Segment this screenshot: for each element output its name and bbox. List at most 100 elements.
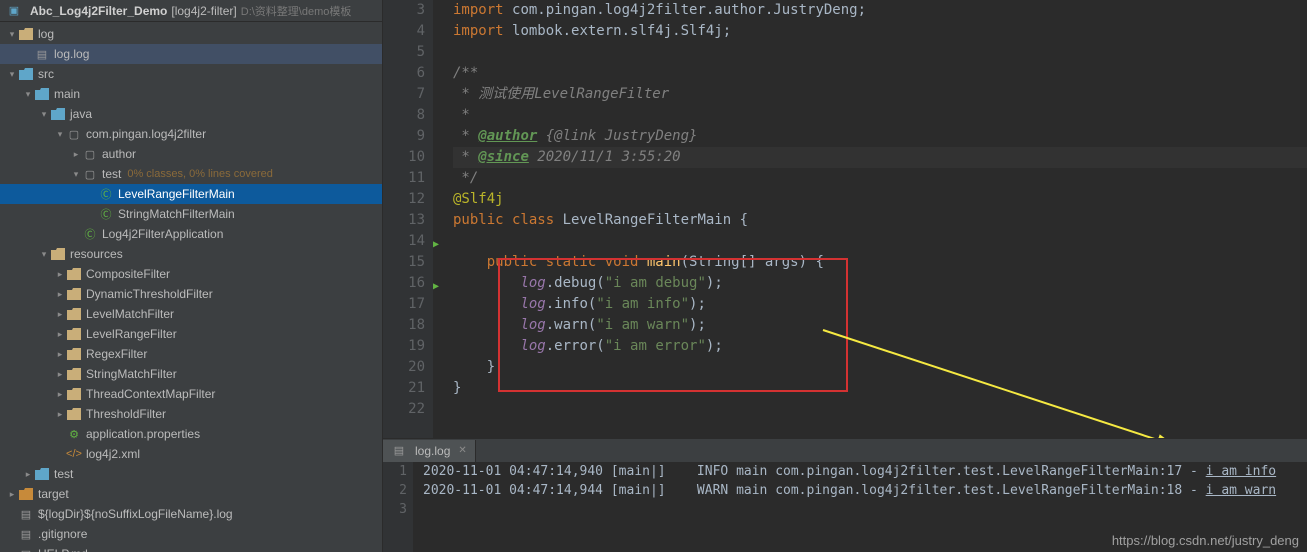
chevron-down-icon[interactable]: ▾ — [54, 129, 66, 140]
tree-row[interactable]: ▸▤${logDir}${noSuffixLogFileName}.log — [0, 504, 382, 524]
chevron-right-icon[interactable]: ▸ — [54, 309, 66, 320]
line-number[interactable]: 21 — [383, 378, 425, 399]
line-number[interactable]: 4 — [383, 21, 425, 42]
line-number[interactable]: 8 — [383, 105, 425, 126]
code-line[interactable]: public class LevelRangeFilterMain { — [453, 210, 1307, 231]
tree-label: CompositeFilter — [86, 267, 170, 281]
chevron-down-icon[interactable]: ▾ — [22, 89, 34, 100]
tree-row[interactable]: ▾log — [0, 24, 382, 44]
tree-row[interactable]: ▾ src — [0, 64, 382, 84]
code-line[interactable]: * @since 2020/11/1 3:55:20 — [453, 147, 1307, 168]
tree-row[interactable]: ▸RegexFilter — [0, 344, 382, 364]
code-editor[interactable]: 34567891011121314▶1516▶171819202122 impo… — [383, 0, 1307, 438]
chevron-right-icon[interactable]: ▸ — [54, 409, 66, 420]
line-number[interactable]: 22 — [383, 399, 425, 420]
code-line[interactable]: * — [453, 105, 1307, 126]
tree-row[interactable]: ▾▢test0% classes, 0% lines covered — [0, 164, 382, 184]
code-line[interactable] — [453, 399, 1307, 420]
chevron-down-icon[interactable]: ▾ — [6, 69, 18, 80]
code-line[interactable]: } — [453, 357, 1307, 378]
line-number[interactable]: 13 — [383, 210, 425, 231]
tree-row[interactable]: ▸ target — [0, 484, 382, 504]
chevron-down-icon[interactable]: ▾ — [70, 169, 82, 180]
tree-row[interactable]: ▸test — [0, 464, 382, 484]
line-number[interactable]: 19 — [383, 336, 425, 357]
tree-row[interactable]: ▸ CompositeFilter — [0, 264, 382, 284]
tree-row[interactable]: ▸LevelMatchFilter — [0, 304, 382, 324]
close-icon[interactable]: ✕ — [458, 445, 466, 456]
tree-row[interactable]: ▸▢author — [0, 144, 382, 164]
code-line[interactable]: import com.pingan.log4j2filter.author.Ju… — [453, 0, 1307, 21]
tree-row[interactable]: ▸▤.gitignore — [0, 524, 382, 544]
tree-row[interactable]: ▸</>log4j2.xml — [0, 444, 382, 464]
line-number[interactable]: 12 — [383, 189, 425, 210]
tree-row[interactable]: ▸ⒸLog4j2FilterApplication — [0, 224, 382, 244]
tree-row[interactable]: ▸LevelRangeFilter — [0, 324, 382, 344]
code-line[interactable]: * 测试使用LevelRangeFilter — [453, 84, 1307, 105]
tree-row[interactable]: ▸ThreadContextMapFilter — [0, 384, 382, 404]
console-tab-log[interactable]: ▤ log.log ✕ — [383, 440, 476, 462]
breadcrumb-path: D:\资料整理\demo模板 — [241, 3, 352, 19]
chevron-down-icon[interactable]: ▾ — [38, 109, 50, 120]
code-line[interactable]: log.info("i am info"); — [453, 294, 1307, 315]
line-number[interactable]: 18 — [383, 315, 425, 336]
console-line-number: 2 — [383, 481, 407, 500]
line-number[interactable]: 6 — [383, 63, 425, 84]
tree-row[interactable]: ▸ⒸStringMatchFilterMain — [0, 204, 382, 224]
chevron-right-icon[interactable]: ▸ — [54, 349, 66, 360]
code-line[interactable]: log.warn("i am warn"); — [453, 315, 1307, 336]
chevron-down-icon[interactable]: ▾ — [6, 29, 18, 40]
chevron-right-icon[interactable]: ▸ — [54, 389, 66, 400]
chevron-right-icon[interactable]: ▸ — [54, 269, 66, 280]
editor-gutter[interactable]: 34567891011121314▶1516▶171819202122 — [383, 0, 433, 438]
line-number[interactable]: 7 — [383, 84, 425, 105]
code-line[interactable]: } — [453, 378, 1307, 399]
line-number[interactable]: 20 — [383, 357, 425, 378]
line-number[interactable]: 9 — [383, 126, 425, 147]
folder-icon — [66, 346, 82, 362]
code-line[interactable]: */ — [453, 168, 1307, 189]
chevron-down-icon[interactable]: ▾ — [38, 249, 50, 260]
project-tree[interactable]: ▾log▸▤log.log ▾ src ▾main▾java▾▢com.pingan.… — [0, 22, 382, 552]
console-line: 2020-11-01 04:47:14,944 [main|] WARN mai… — [423, 481, 1307, 500]
tree-row[interactable]: ▸ⒸLevelRangeFilterMain — [0, 184, 382, 204]
code-line[interactable]: public static void main(String[] args) { — [453, 252, 1307, 273]
code-line[interactable]: import lombok.extern.slf4j.Slf4j; — [453, 21, 1307, 42]
tree-row[interactable]: ▾▢com.pingan.log4j2filter — [0, 124, 382, 144]
chevron-right-icon[interactable]: ▸ — [22, 469, 34, 480]
code-line[interactable] — [453, 42, 1307, 63]
tree-label: LevelRangeFilterMain — [118, 187, 235, 201]
code-line[interactable]: log.debug("i am debug"); — [453, 273, 1307, 294]
tree-label: src — [38, 67, 54, 81]
line-number[interactable]: 3 — [383, 0, 425, 21]
tree-row[interactable]: ▸▤HELP.md — [0, 544, 382, 552]
chevron-right-icon[interactable]: ▸ — [70, 149, 82, 160]
code-line[interactable] — [453, 231, 1307, 252]
chevron-right-icon[interactable]: ▸ — [54, 329, 66, 340]
chevron-right-icon[interactable]: ▸ — [54, 289, 66, 300]
code-line[interactable]: * @author {@link JustryDeng} — [453, 126, 1307, 147]
chevron-right-icon[interactable]: ▸ — [6, 489, 18, 500]
line-number[interactable]: 11 — [383, 168, 425, 189]
code-line[interactable]: /** — [453, 63, 1307, 84]
tree-row[interactable]: ▸DynamicThresholdFilter — [0, 284, 382, 304]
tree-row[interactable]: ▸▤log.log — [0, 44, 382, 64]
tree-row[interactable]: ▸⚙application.properties — [0, 424, 382, 444]
code-line[interactable]: @Slf4j — [453, 189, 1307, 210]
pkg-icon: ▢ — [82, 166, 98, 182]
tree-row[interactable]: ▾java — [0, 104, 382, 124]
chevron-right-icon[interactable]: ▸ — [54, 369, 66, 380]
tree-row[interactable]: ▸ThresholdFilter — [0, 404, 382, 424]
line-number[interactable]: 14▶ — [383, 231, 425, 252]
tree-row[interactable]: ▾resources — [0, 244, 382, 264]
code-line[interactable]: log.error("i am error"); — [453, 336, 1307, 357]
tree-row[interactable]: ▸StringMatchFilter — [0, 364, 382, 384]
line-number[interactable]: 15 — [383, 252, 425, 273]
line-number[interactable]: 10 — [383, 147, 425, 168]
editor-code[interactable]: import com.pingan.log4j2filter.author.Ju… — [433, 0, 1307, 438]
line-number[interactable]: 17 — [383, 294, 425, 315]
tree-label: target — [38, 487, 69, 501]
line-number[interactable]: 5 — [383, 42, 425, 63]
tree-row[interactable]: ▾main — [0, 84, 382, 104]
line-number[interactable]: 16▶ — [383, 273, 425, 294]
